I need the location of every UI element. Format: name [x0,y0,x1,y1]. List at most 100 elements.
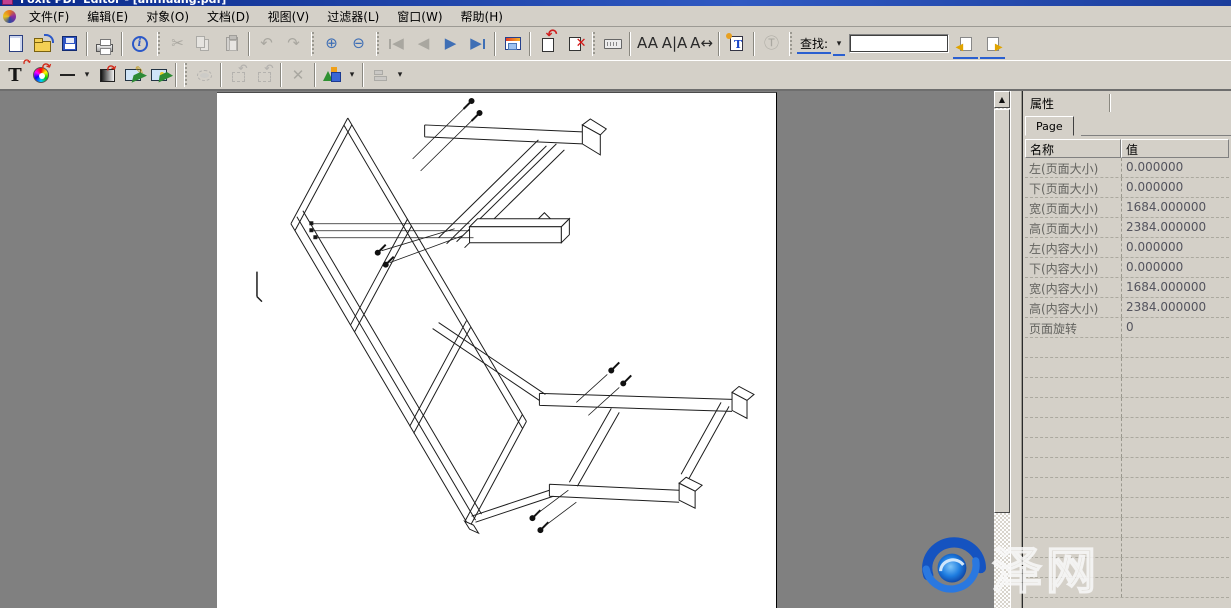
property-row[interactable]: 下(内容大小)0.000000 [1025,258,1229,278]
toolbar-separator [280,63,282,87]
add-text-button[interactable] [723,31,750,57]
text-circle-button[interactable]: Ⓣ [758,31,785,57]
scrollbar-thumb[interactable] [994,109,1010,513]
clone-object-button[interactable] [191,63,217,87]
dash-style-dropdown[interactable]: ▾ [80,65,94,85]
column-header-value[interactable]: 值 [1121,139,1229,158]
menu-item-1[interactable]: 编辑(E) [78,6,137,27]
text-object-icon: T [8,65,21,86]
object-toolbar: T ▾ ✕ ▾ ▾ [0,61,1231,91]
column-header-name[interactable]: 名称 [1025,139,1121,158]
shading-button[interactable] [94,63,120,87]
first-page-button[interactable]: ◀ [383,31,410,57]
find-previous-button[interactable] [952,31,979,57]
document-menu-icon[interactable] [3,10,16,23]
menu-item-4[interactable]: 视图(V) [259,6,319,27]
property-row[interactable]: 高(内容大小)2384.000000 [1025,298,1229,318]
property-row[interactable]: 左(页面大小)0.000000 [1025,158,1229,178]
find-next-button[interactable] [979,31,1006,57]
vertical-scrollbar[interactable]: ▲ [994,91,1010,608]
import-page-button[interactable] [534,31,561,57]
zoom-in-button[interactable]: ⊕ [318,31,345,57]
save-button[interactable] [56,31,83,57]
toolbar-gripper[interactable] [592,32,595,56]
empty-property-row [1025,578,1229,598]
menu-item-3[interactable]: 文档(D) [198,6,259,27]
property-name: 宽(页面大小) [1025,198,1121,217]
align-icon [374,70,386,81]
replace-image-button[interactable] [146,63,172,87]
insert-shape-button[interactable] [319,63,345,87]
find-input[interactable] [849,34,949,53]
property-row[interactable]: 宽(页面大小)1684.000000 [1025,198,1229,218]
property-value: 0 [1121,318,1229,337]
app-icon [2,0,13,5]
toolbar-separator [718,32,720,56]
property-name: 下(内容大小) [1025,258,1121,277]
properties-table: 名称 值 左(页面大小)0.000000下(页面大小)0.000000宽(页面大… [1025,139,1229,608]
delete-page-button[interactable] [561,31,588,57]
char-spacing-button[interactable]: A|A [661,31,688,57]
edit-image-button[interactable] [120,63,146,87]
keyboard-button[interactable] [599,31,626,57]
zoom-in-icon: ⊕ [325,36,338,51]
scroll-up-button[interactable]: ▲ [994,91,1010,108]
page-layout-button[interactable] [499,31,526,57]
rotate-right-button[interactable] [251,63,277,87]
find-dropdown[interactable]: ▾ [832,34,846,54]
previous-page-button[interactable]: ◀ [410,31,437,57]
char-spacing-icon: A|A [662,36,688,51]
toolbar-gripper[interactable] [311,32,314,56]
workspace[interactable] [0,91,994,608]
print-button[interactable] [91,31,118,57]
menu-item-0[interactable]: 文件(F) [20,6,78,27]
align-button[interactable] [367,63,393,87]
find-previous-icon [960,37,972,51]
property-row[interactable]: 左(内容大小)0.000000 [1025,238,1229,258]
property-name: 左(页面大小) [1025,158,1121,177]
align-dropdown[interactable]: ▾ [393,65,407,85]
add-text-object-button[interactable]: T [2,63,28,87]
char-width-button[interactable]: A↔ [688,31,715,57]
last-page-button[interactable]: ▶ [464,31,491,57]
next-page-button[interactable]: ▶ [437,31,464,57]
rotate-left-button[interactable] [225,63,251,87]
first-page-icon: ◀ [389,36,404,51]
replace-image-icon [151,69,167,81]
toolbar-gripper[interactable] [157,32,160,56]
new-button[interactable] [2,31,29,57]
property-row[interactable]: 高(页面大小)2384.000000 [1025,218,1229,238]
property-row[interactable]: 下(页面大小)0.000000 [1025,178,1229,198]
panel-splitter[interactable] [1010,91,1022,608]
menu-item-2[interactable]: 对象(O) [137,6,198,27]
delete-object-button[interactable]: ✕ [285,63,311,87]
menu-item-7[interactable]: 帮助(H) [452,6,512,27]
cut-button[interactable]: ✂ [164,31,191,57]
document-info-button[interactable] [126,31,153,57]
tab-page[interactable]: Page [1025,116,1074,136]
menu-bar: 文件(F)编辑(E)对象(O)文档(D)视图(V)过滤器(L)窗口(W)帮助(H… [0,6,1231,27]
toolbar-separator [86,32,88,56]
color-wheel-icon [33,67,49,83]
dash-style-button[interactable] [54,63,80,87]
redo-button[interactable]: ↷ [280,31,307,57]
paste-button[interactable] [218,31,245,57]
zoom-out-button[interactable]: ⊖ [345,31,372,57]
toolbar-gripper[interactable] [376,32,379,56]
document-page[interactable] [217,92,777,608]
main-toolbar: ✂↶↷⊕⊖◀◀▶▶AAA|AA↔Ⓣ查找:▾ [0,27,1231,61]
empty-property-row [1025,518,1229,538]
toolbar-gripper[interactable] [184,63,187,87]
menu-item-5[interactable]: 过滤器(L) [318,6,388,27]
menu-item-6[interactable]: 窗口(W) [388,6,451,27]
copy-button[interactable] [191,31,218,57]
font-style-button[interactable]: AA [634,31,661,57]
cad-drawing [217,93,776,608]
info-icon [132,36,148,52]
toolbar-gripper[interactable] [789,32,792,56]
open-button[interactable] [29,31,56,57]
undo-button[interactable]: ↶ [253,31,280,57]
property-row[interactable]: 宽(内容大小)1684.000000 [1025,278,1229,298]
insert-shape-dropdown[interactable]: ▾ [345,65,359,85]
property-row[interactable]: 页面旋转0 [1025,318,1229,338]
